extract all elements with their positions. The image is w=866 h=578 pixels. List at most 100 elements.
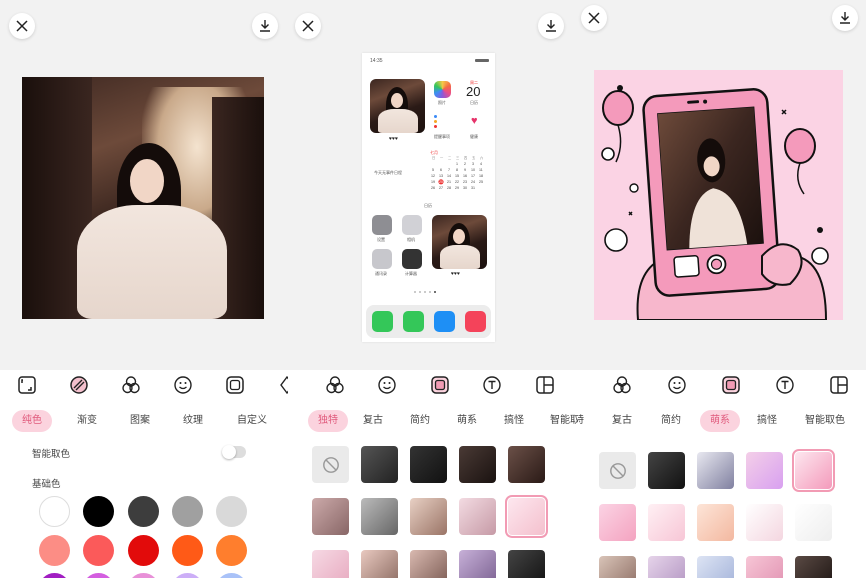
tab-cute[interactable]: 萌系 — [700, 410, 740, 432]
tab-texture[interactable]: 纹理 — [183, 410, 203, 432]
color-swatch[interactable] — [83, 535, 114, 566]
layout-tool[interactable] — [828, 374, 850, 396]
photos-icon[interactable] — [434, 81, 451, 98]
color-swatch[interactable] — [128, 535, 159, 566]
color-swatch[interactable] — [39, 535, 70, 566]
close-button[interactable] — [9, 13, 35, 39]
tab-pattern[interactable]: 图案 — [130, 410, 150, 432]
edited-photo[interactable] — [22, 77, 264, 319]
color-swatch[interactable] — [172, 535, 203, 566]
template-thumbnail[interactable] — [697, 504, 734, 541]
template-thumbnail[interactable] — [361, 550, 398, 578]
filter-tool[interactable] — [324, 374, 346, 396]
settings-icon[interactable] — [372, 215, 392, 235]
color-swatch[interactable] — [172, 573, 203, 578]
template-thumbnail[interactable] — [459, 498, 496, 535]
template-thumbnail[interactable] — [746, 452, 783, 489]
template-thumbnail[interactable] — [648, 556, 685, 578]
shape-tool[interactable] — [276, 374, 288, 396]
template-thumbnail[interactable] — [410, 550, 447, 578]
filter-tool[interactable] — [611, 374, 633, 396]
template-thumbnail[interactable] — [508, 550, 545, 578]
color-swatch[interactable] — [39, 573, 70, 578]
template-thumbnail[interactable] — [599, 556, 636, 578]
template-thumbnail[interactable] — [648, 452, 685, 489]
template-thumbnail[interactable] — [459, 446, 496, 483]
widget-photo[interactable] — [370, 79, 425, 133]
tab-funny[interactable]: 搞怪 — [504, 410, 524, 432]
tab-retro[interactable]: 复古 — [363, 410, 383, 432]
camera-icon[interactable] — [402, 215, 422, 235]
template-thumbnail[interactable] — [648, 504, 685, 541]
tab-cute[interactable]: 萌系 — [457, 410, 477, 432]
template-thumbnail[interactable] — [312, 550, 349, 578]
tab-unique[interactable]: 独特 — [308, 410, 348, 432]
tab-simple[interactable]: 简约 — [661, 410, 681, 432]
widget-photo-2[interactable] — [432, 215, 487, 269]
template-thumbnail[interactable] — [697, 452, 734, 489]
template-thumbnail[interactable] — [361, 446, 398, 483]
color-swatch[interactable] — [172, 496, 203, 527]
tab-smart[interactable]: 智能取色 — [805, 410, 845, 432]
template-thumbnail[interactable] — [795, 556, 832, 578]
text-tool[interactable] — [774, 374, 796, 396]
color-swatch[interactable] — [128, 573, 159, 578]
template-thumbnail[interactable] — [599, 504, 636, 541]
crop-tool[interactable] — [16, 374, 38, 396]
color-swatch[interactable] — [216, 573, 247, 578]
layout-tool[interactable] — [534, 374, 556, 396]
sticker-tool[interactable] — [376, 374, 398, 396]
color-swatch[interactable] — [128, 496, 159, 527]
download-button[interactable] — [538, 13, 564, 39]
contacts-icon[interactable] — [372, 249, 392, 269]
color-swatch[interactable] — [216, 535, 247, 566]
template-thumbnail[interactable] — [746, 504, 783, 541]
download-button[interactable] — [252, 13, 278, 39]
tab-gradient[interactable]: 渐变 — [77, 410, 97, 432]
sticker-tool[interactable] — [172, 374, 194, 396]
safari-icon[interactable] — [434, 311, 455, 332]
tab-funny[interactable]: 搞怪 — [757, 410, 777, 432]
cute-phone-frame-artwork[interactable] — [594, 70, 843, 320]
template-thumbnail[interactable] — [508, 446, 545, 483]
reminders-widget[interactable] — [434, 115, 452, 131]
color-swatch[interactable] — [39, 496, 70, 527]
template-thumbnail[interactable] — [795, 504, 832, 541]
sticker-tool[interactable] — [666, 374, 688, 396]
no-template-option[interactable] — [599, 452, 636, 489]
no-template-option[interactable] — [312, 446, 349, 483]
template-thumbnail[interactable] — [505, 495, 548, 538]
template-thumbnail[interactable] — [697, 556, 734, 578]
music-icon[interactable] — [465, 311, 486, 332]
text-tool[interactable] — [481, 374, 503, 396]
tab-smart[interactable]: 智能取 — [550, 410, 578, 432]
color-swatch[interactable] — [83, 496, 114, 527]
calculator-icon[interactable] — [402, 249, 422, 269]
template-thumbnail[interactable] — [746, 556, 783, 578]
download-button[interactable] — [832, 5, 858, 31]
close-button[interactable] — [581, 5, 607, 31]
messages-icon[interactable] — [403, 311, 424, 332]
heart-icon[interactable]: ♥ — [471, 115, 478, 127]
color-swatch[interactable] — [216, 496, 247, 527]
template-thumbnail[interactable] — [312, 498, 349, 535]
frame-tool[interactable] — [720, 374, 742, 396]
frame-tool[interactable] — [224, 374, 246, 396]
tab-unique[interactable]: 独特 — [578, 410, 584, 432]
template-thumbnail[interactable] — [459, 550, 496, 578]
template-thumbnail[interactable] — [410, 498, 447, 535]
template-thumbnail[interactable] — [792, 449, 835, 492]
template-thumbnail[interactable] — [361, 498, 398, 535]
close-button[interactable] — [295, 13, 321, 39]
tab-custom[interactable]: 自定义 — [237, 410, 267, 432]
tab-retro[interactable]: 复古 — [612, 410, 632, 432]
frame-tool[interactable] — [429, 374, 451, 396]
background-tool[interactable] — [68, 374, 90, 396]
tab-simple[interactable]: 简约 — [410, 410, 430, 432]
color-swatch[interactable] — [83, 573, 114, 578]
smart-color-toggle[interactable] — [222, 445, 246, 459]
tab-solid[interactable]: 纯色 — [12, 410, 52, 432]
filter-tool[interactable] — [120, 374, 142, 396]
phone-icon[interactable] — [372, 311, 393, 332]
template-thumbnail[interactable] — [410, 446, 447, 483]
